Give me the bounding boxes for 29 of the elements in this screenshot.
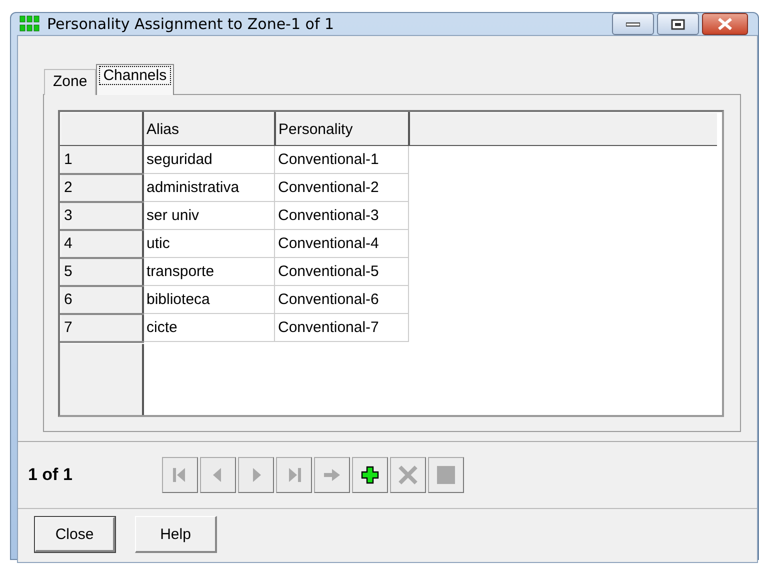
table-cell: Conventional-4 (274, 230, 408, 258)
table-cell: seguridad (142, 146, 274, 174)
row-header[interactable]: 3 (60, 202, 142, 230)
record-position: 1 of 1 (28, 465, 74, 485)
tab[interactable]: Channels (96, 64, 174, 95)
table-cell: biblioteca (142, 286, 274, 314)
row-header[interactable]: 6 (60, 286, 142, 314)
table-cell: Conventional-2 (274, 174, 408, 202)
row-header[interactable]: 7 (60, 314, 142, 342)
table-cell: Conventional-3 (274, 202, 408, 230)
table-cell: Conventional-7 (274, 314, 408, 342)
column-header[interactable]: Alias (142, 112, 274, 146)
window-title: Personality Assignment to Zone-1 of 1 (47, 15, 334, 33)
table-cell: Conventional-5 (274, 258, 408, 286)
table-cell: administrativa (142, 174, 274, 202)
dialog-button[interactable]: Help (135, 516, 217, 553)
table-cell: Conventional-1 (274, 146, 408, 174)
row-header[interactable]: 5 (60, 258, 142, 286)
row-header[interactable]: 2 (60, 174, 142, 202)
column-header[interactable]: Personality (274, 112, 408, 146)
table-cell: transporte (142, 258, 274, 286)
table-cell: utic (142, 230, 274, 258)
table-cell: Conventional-6 (274, 286, 408, 314)
row-header[interactable]: 4 (60, 230, 142, 258)
table-cell: cicte (142, 314, 274, 342)
row-header[interactable]: 1 (60, 146, 142, 174)
table-cell: ser univ (142, 202, 274, 230)
dialog-button[interactable]: Close (35, 517, 115, 552)
tab[interactable]: Zone (44, 69, 96, 95)
